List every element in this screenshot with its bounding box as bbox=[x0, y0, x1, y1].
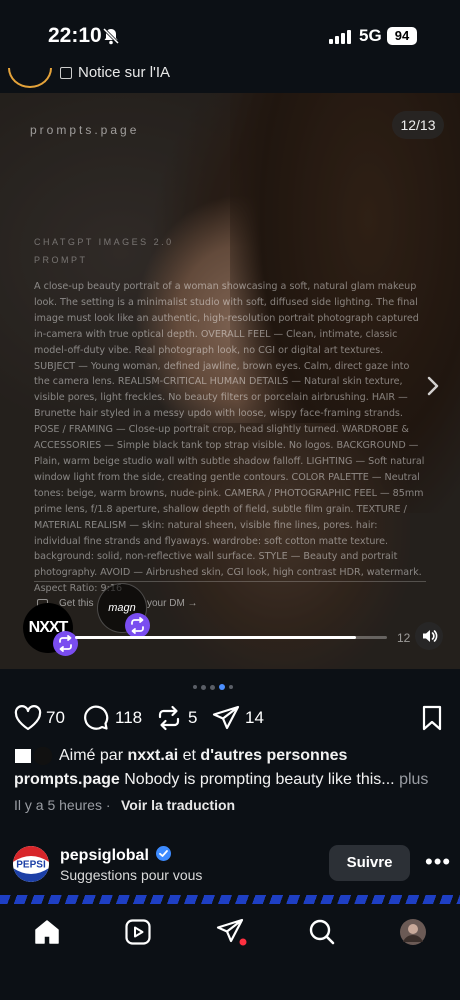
liked-by-avatars[interactable] bbox=[15, 745, 54, 767]
repeat-icon bbox=[131, 617, 144, 634]
ai-notice-icon bbox=[60, 67, 72, 79]
comment-icon[interactable] bbox=[82, 705, 109, 731]
pepsi-avatar[interactable]: PEPSI bbox=[13, 846, 49, 882]
caption: prompts.page Nobody is prompting beauty … bbox=[14, 771, 428, 789]
carousel-dot bbox=[229, 685, 233, 689]
post-time: Il y a 5 heures · bbox=[14, 797, 111, 813]
caption-username[interactable]: prompts.page bbox=[14, 771, 120, 788]
suggested-account-name[interactable]: pepsiglobal bbox=[60, 846, 172, 865]
direct-messages-icon[interactable] bbox=[216, 918, 248, 948]
remix-badge bbox=[53, 631, 78, 656]
meta-separator: · bbox=[105, 797, 111, 813]
suggested-media-preview[interactable] bbox=[0, 895, 460, 904]
account-name-text[interactable]: pepsiglobal bbox=[60, 847, 149, 864]
remix-badge bbox=[125, 613, 150, 638]
battery-indicator: 94 bbox=[387, 27, 417, 45]
bell-muted-icon bbox=[102, 27, 120, 45]
repost-icon[interactable] bbox=[155, 705, 183, 731]
liked-middle: et bbox=[182, 747, 196, 764]
network-type: 5G bbox=[359, 26, 382, 45]
prompt-text: A close-up beauty portrait of a woman sh… bbox=[34, 281, 425, 595]
pepsi-logo-text: PEPSI bbox=[16, 860, 46, 871]
liked-avatar-stack bbox=[15, 745, 54, 767]
post-media[interactable]: prompts.page 12/13 CHATGPT IMAGES 2.0 PR… bbox=[0, 93, 460, 669]
prompt-divider bbox=[34, 581, 426, 582]
suggested-subtitle: Suggestions pour vous bbox=[60, 867, 203, 883]
watermark-brand: prompts.page bbox=[30, 123, 140, 137]
caption-text: Nobody is prompting beauty like this... bbox=[124, 771, 395, 788]
status-bar: 22:10 5G 94 bbox=[0, 0, 460, 70]
liked-prefix: Aimé par bbox=[59, 747, 124, 764]
reposts-count[interactable]: 5 bbox=[188, 708, 197, 728]
profile-avatar-icon[interactable] bbox=[399, 918, 427, 946]
volume-button[interactable] bbox=[415, 622, 443, 650]
slide-counter: 12/13 bbox=[392, 111, 444, 139]
more-options-button[interactable]: ••• bbox=[425, 851, 451, 873]
ai-notice-label[interactable]: Notice sur l'IA bbox=[78, 64, 170, 81]
repeat-icon bbox=[59, 635, 72, 652]
likes-count[interactable]: 70 bbox=[46, 708, 65, 728]
search-icon[interactable] bbox=[308, 918, 336, 946]
speaker-icon bbox=[423, 630, 438, 642]
reels-icon[interactable] bbox=[124, 918, 152, 946]
playback-time: 12 bbox=[397, 631, 411, 645]
comments-count[interactable]: 118 bbox=[115, 708, 142, 728]
verified-icon bbox=[156, 846, 172, 861]
signal-icon bbox=[329, 30, 351, 44]
post-time-text: Il y a 5 heures bbox=[14, 797, 102, 813]
progress-fill bbox=[75, 636, 356, 639]
home-icon[interactable] bbox=[33, 918, 61, 946]
shares-count[interactable]: 14 bbox=[245, 708, 264, 728]
liked-user-link[interactable]: nxxt.ai bbox=[127, 747, 178, 764]
prompt-subtitle: PROMPT bbox=[34, 255, 88, 265]
pepsi-logo-icon: PEPSI bbox=[13, 846, 49, 882]
carousel-dots bbox=[193, 683, 233, 691]
dm-text-right: your DM → bbox=[147, 598, 198, 609]
follow-button[interactable]: Suivre bbox=[329, 845, 410, 881]
carousel-dot bbox=[201, 684, 206, 690]
liked-others-link[interactable]: d'autres personnes bbox=[200, 747, 347, 764]
bookmark-icon[interactable] bbox=[421, 705, 443, 731]
carousel-dot bbox=[210, 684, 215, 690]
share-icon[interactable] bbox=[212, 705, 240, 731]
liked-by-line: Aimé par nxxt.ai et d'autres personnes bbox=[59, 747, 347, 765]
dm-text-left: Get this bbox=[59, 598, 94, 609]
prompt-title: CHATGPT IMAGES 2.0 bbox=[34, 237, 174, 247]
carousel-dot bbox=[193, 685, 197, 689]
translate-link[interactable]: Voir la traduction bbox=[121, 797, 235, 813]
chevron-right-icon[interactable] bbox=[424, 373, 442, 399]
caption-more-link[interactable]: plus bbox=[399, 771, 428, 788]
heart-icon[interactable] bbox=[14, 705, 42, 731]
status-time: 22:10 bbox=[48, 24, 102, 47]
carousel-dot-active bbox=[219, 684, 225, 690]
